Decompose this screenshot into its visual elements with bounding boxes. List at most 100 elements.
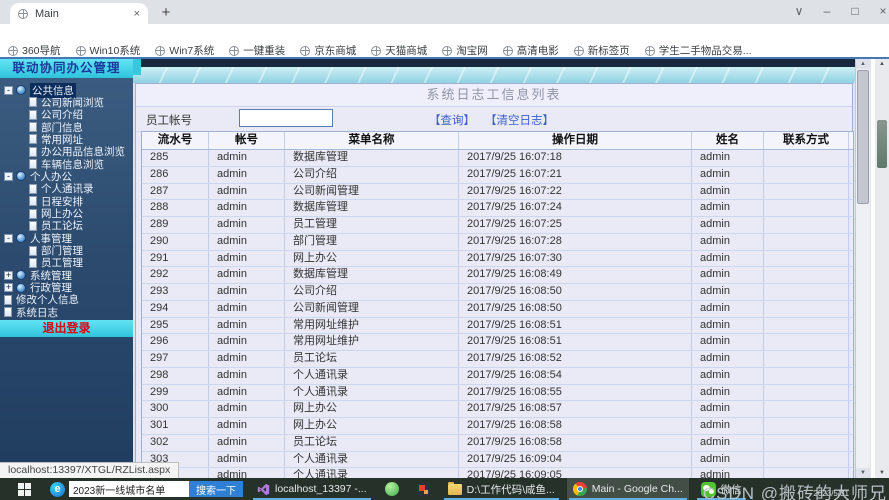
window-close-button[interactable]: × [874, 4, 889, 18]
globe-icon [574, 46, 584, 56]
table-row[interactable]: 285admin数据库管理2017/9/25 16:07:18admin [142, 150, 853, 167]
sidebar-item[interactable]: 系统日志 [0, 306, 133, 318]
employee-account-input[interactable] [239, 109, 333, 127]
taskbar-item[interactable] [379, 478, 405, 500]
table-row[interactable]: 300admin网上办公2017/9/25 16:08:57admin [142, 401, 853, 418]
table-row[interactable]: 287admin公司新闻管理2017/9/25 16:07:22admin [142, 184, 853, 201]
table-row[interactable]: 292admin数据库管理2017/9/25 16:08:49admin [142, 267, 853, 284]
collapse-icon[interactable]: - [4, 234, 13, 243]
clear-log-link[interactable]: 【清空日志】 [485, 112, 554, 128]
scroll-up-icon[interactable]: ▲ [875, 59, 889, 69]
bookmark-item[interactable]: 一键重装 [229, 43, 285, 58]
scroll-down-icon[interactable]: ▼ [875, 468, 889, 478]
new-tab-button[interactable]: + [158, 4, 174, 21]
table-row[interactable]: 298admin个人通讯录2017/9/25 16:08:54admin [142, 368, 853, 385]
taskbar-item[interactable]: Main - Google Ch... [567, 478, 689, 500]
table-cell: 公司新闻管理 [285, 184, 459, 200]
table-cell: 301 [142, 418, 209, 434]
column-header[interactable]: 流水号 [142, 132, 209, 149]
scroll-down-icon[interactable]: ▼ [856, 468, 870, 478]
start-button[interactable] [0, 478, 48, 500]
table-cell: admin [209, 217, 285, 233]
table-cell [764, 318, 849, 334]
table-row[interactable]: 303admin个人通讯录2017/9/25 16:09:04admin [142, 452, 853, 469]
bookmark-item[interactable]: 京东商城 [300, 43, 356, 58]
table-cell [764, 435, 849, 451]
column-header[interactable]: 联系方式 [764, 132, 849, 149]
window-maximize-button[interactable]: □ [846, 4, 864, 18]
column-header[interactable]: 姓名 [692, 132, 764, 149]
table-cell: admin [692, 452, 764, 468]
table-row[interactable]: 291admin网上办公2017/9/25 16:07:30admin [142, 251, 853, 268]
table-cell: admin [209, 452, 285, 468]
table-row[interactable]: 286admin公司介绍2017/9/25 16:07:21admin [142, 167, 853, 184]
page-scrollbar-thumb[interactable] [857, 70, 869, 204]
window-minimize-button[interactable]: – [818, 4, 836, 18]
table-row[interactable]: 297admin员工论坛2017/9/25 16:08:52admin [142, 351, 853, 368]
column-header[interactable]: 操作日期 [459, 132, 692, 149]
bookmark-item[interactable]: 新标签页 [574, 43, 630, 58]
browser-scrollbar[interactable]: ▲ ▼ [875, 59, 889, 478]
collapse-icon[interactable]: - [4, 172, 13, 181]
table-row[interactable]: 290admin部门管理2017/9/25 16:07:28admin [142, 234, 853, 251]
table-cell: 2017/9/25 16:07:22 [459, 184, 692, 200]
app-title: 联动协同办公管理 [0, 59, 133, 78]
edge-icon[interactable]: e [50, 482, 65, 497]
expand-icon[interactable]: + [4, 271, 13, 280]
browser-tabstrip: Main × + ∨ – □ × [0, 0, 889, 24]
column-header[interactable]: 菜单名称 [285, 132, 459, 149]
taskbar-item[interactable]: D:\工作代码\咸鱼... [442, 478, 561, 500]
scroll-up-icon[interactable]: ▲ [856, 59, 870, 69]
table-cell: admin [692, 217, 764, 233]
table-cell [764, 284, 849, 300]
bookmark-item[interactable]: 学生二手物品交易... [645, 43, 752, 58]
table-cell [764, 200, 849, 216]
bookmark-item[interactable]: 360导航 [8, 43, 61, 58]
tab-close-icon[interactable]: × [134, 8, 140, 20]
table-cell: 292 [142, 267, 209, 283]
browser-scrollbar-thumb[interactable] [877, 120, 887, 168]
search-link[interactable]: 【查询】 [429, 112, 475, 128]
taskbar-item[interactable]: localhost_13397 -... [251, 478, 373, 500]
log-panel: 系统日志工信息列表 员工帐号 【查询】 【清空日志】 流水号帐号菜单名称操作日期… [135, 83, 853, 478]
table-row[interactable]: 295admin常用网址维护2017/9/25 16:08:51admin [142, 318, 853, 335]
collapse-icon[interactable]: - [4, 86, 13, 95]
document-icon [29, 159, 37, 169]
bookmark-item[interactable]: 天猫商城 [371, 43, 427, 58]
table-row[interactable]: 288admin数据库管理2017/9/25 16:07:24admin [142, 200, 853, 217]
bookmark-item[interactable]: Win7系统 [155, 43, 214, 58]
table-row[interactable]: 293admin公司介绍2017/9/25 16:08:50admin [142, 284, 853, 301]
column-header[interactable]: 帐号 [209, 132, 285, 149]
taskbar-search-button[interactable]: 搜索一下 [189, 481, 243, 497]
table-cell [764, 251, 849, 267]
browser-tab[interactable]: Main × [10, 3, 148, 24]
table-row[interactable]: 296admin常用网址维护2017/9/25 16:08:51admin [142, 334, 853, 351]
table-cell: 公司新闻管理 [285, 301, 459, 317]
edge-search-widget[interactable]: e 搜索一下 [48, 478, 245, 500]
taskbar-item[interactable] [411, 478, 436, 500]
table-row[interactable]: 294admin公司新闻管理2017/9/25 16:08:50admin [142, 301, 853, 318]
bookmark-item[interactable]: 淘宝网 [442, 43, 488, 58]
globe-icon [645, 46, 655, 56]
table-cell: 2017/9/25 16:08:50 [459, 301, 692, 317]
tab-favicon-globe-icon [18, 9, 28, 19]
bookmark-item[interactable]: 高清电影 [503, 43, 559, 58]
taskbar-search-input[interactable] [69, 481, 189, 497]
table-row[interactable]: 302admin员工论坛2017/9/25 16:08:58admin [142, 435, 853, 452]
document-icon [29, 134, 37, 144]
table-row[interactable]: 289admin员工管理2017/9/25 16:07:25admin [142, 217, 853, 234]
bookmark-item[interactable]: Win10系统 [76, 43, 141, 58]
table-row[interactable]: 301admin网上办公2017/9/25 16:08:58admin [142, 418, 853, 435]
expand-icon[interactable]: + [4, 283, 13, 292]
bookmark-label: 高清电影 [517, 43, 559, 58]
table-cell: 289 [142, 217, 209, 233]
log-table: 流水号帐号菜单名称操作日期姓名联系方式 285admin数据库管理2017/9/… [141, 131, 854, 479]
table-cell: admin [209, 150, 285, 166]
page-scrollbar[interactable]: ▲ ▼ [855, 59, 870, 478]
logout-button[interactable]: 退出登录 [0, 320, 133, 337]
tab-search-chevron-icon[interactable]: ∨ [790, 4, 808, 18]
table-cell: 常用网址维护 [285, 318, 459, 334]
bookmark-label: Win7系统 [169, 43, 214, 58]
table-row[interactable]: 299admin个人通讯录2017/9/25 16:08:55admin [142, 385, 853, 402]
taskbar-search-box[interactable]: 搜索一下 [69, 481, 243, 497]
